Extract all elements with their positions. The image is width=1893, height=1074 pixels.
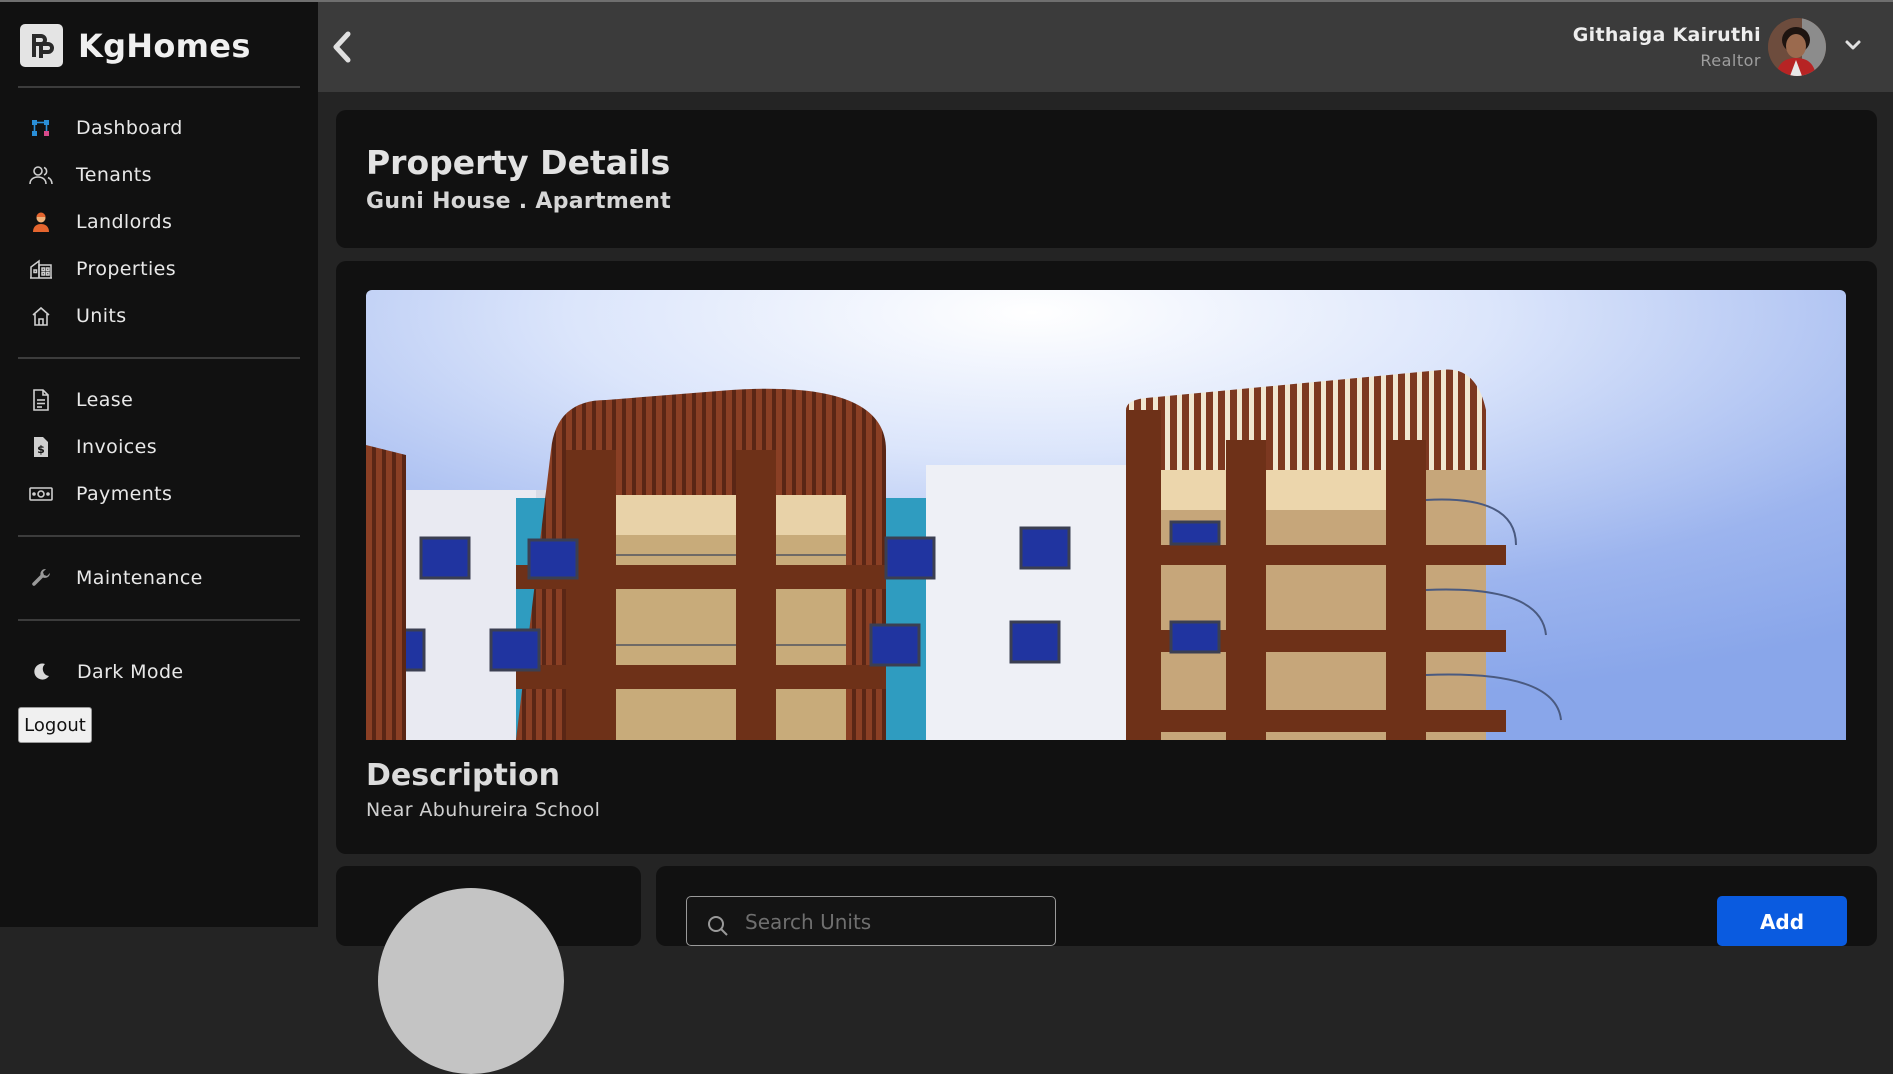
document-icon: [29, 389, 53, 411]
sidebar-item-tenants[interactable]: Tenants: [0, 155, 318, 195]
invoice-icon: $: [29, 436, 53, 458]
brand[interactable]: KgHomes: [20, 24, 251, 67]
brand-logo-icon: [20, 24, 63, 67]
building-icon: [29, 258, 53, 280]
sidebar-item-label: Landlords: [76, 211, 173, 233]
sidebar: KgHomes Dashboard Tenants Landlords Prop…: [0, 2, 318, 927]
add-unit-button[interactable]: Add: [1717, 896, 1847, 946]
search-icon: [707, 915, 729, 941]
search-input[interactable]: [745, 905, 1045, 939]
sidebar-item-dashboard[interactable]: Dashboard: [0, 108, 318, 148]
dark-mode-toggle[interactable]: Dark Mode: [0, 652, 318, 692]
users-icon: [29, 164, 53, 186]
sidebar-divider: [18, 619, 300, 621]
sidebar-divider: [18, 535, 300, 537]
property-thumbnail: [378, 888, 564, 1074]
sidebar-divider: [18, 86, 300, 88]
sidebar-item-invoices[interactable]: $ Invoices: [0, 427, 318, 467]
home-icon: [29, 305, 53, 327]
sidebar-item-maintenance[interactable]: Maintenance: [0, 558, 318, 598]
dark-mode-label: Dark Mode: [77, 661, 184, 683]
sidebar-item-landlords[interactable]: Landlords: [0, 202, 318, 242]
sidebar-item-units[interactable]: Units: [0, 296, 318, 336]
sidebar-item-label: Lease: [76, 389, 134, 411]
property-subtitle: Guni House . Apartment: [366, 189, 672, 214]
sidebar-item-label: Units: [76, 305, 127, 327]
top-header: [318, 2, 1893, 92]
sidebar-item-payments[interactable]: Payments: [0, 474, 318, 514]
user-name: Githaiga Kairuthi: [1572, 24, 1761, 46]
chevron-down-icon[interactable]: [1844, 37, 1862, 51]
svg-text:$: $: [37, 443, 45, 456]
page-title: Property Details: [366, 143, 671, 182]
sidebar-item-lease[interactable]: Lease: [0, 380, 318, 420]
sidebar-item-properties[interactable]: Properties: [0, 249, 318, 289]
sidebar-item-label: Maintenance: [76, 567, 203, 589]
sidebar-divider: [18, 357, 300, 359]
dashboard-icon: [29, 117, 53, 139]
moon-icon: [29, 661, 53, 683]
avatar[interactable]: [1768, 18, 1826, 76]
sidebar-item-label: Invoices: [76, 436, 158, 458]
landlord-icon: [29, 211, 53, 233]
brand-name: KgHomes: [78, 26, 251, 65]
user-role: Realtor: [1700, 51, 1761, 70]
search-units-field[interactable]: [686, 896, 1056, 946]
sidebar-item-label: Tenants: [76, 164, 152, 186]
property-details-card: Property Details Guni House . Apartment: [336, 110, 1877, 248]
property-image: [366, 290, 1846, 740]
description-text: Near Abuhureira School: [366, 799, 601, 821]
sidebar-item-label: Payments: [76, 483, 173, 505]
wrench-icon: [29, 567, 53, 589]
back-arrow-icon[interactable]: [330, 30, 352, 64]
sidebar-item-label: Properties: [76, 258, 177, 280]
money-icon: [29, 483, 53, 505]
sidebar-item-label: Dashboard: [76, 117, 183, 139]
description-heading: Description: [366, 758, 561, 793]
logout-button[interactable]: Logout: [18, 707, 92, 743]
